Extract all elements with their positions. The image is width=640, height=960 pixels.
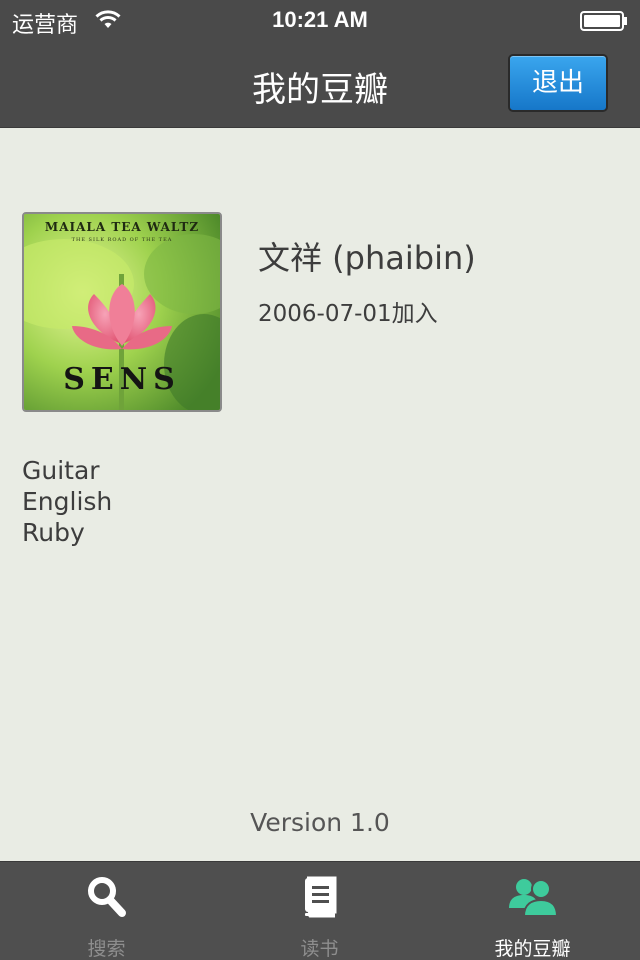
user-name: 文祥 (phaibin) [258,239,476,277]
tab-books[interactable]: 读书 [213,862,426,960]
tag-item: Guitar [22,456,100,485]
navigation-bar: 我的豆瓣 退出 [0,40,640,128]
people-icon [508,879,558,917]
tags-list: Guitar English Ruby [22,455,112,548]
book-icon [304,876,336,918]
search-icon [87,877,126,917]
tag-item: Ruby [22,518,85,547]
battery-icon [580,11,627,31]
album-name: SENS [63,362,181,397]
tab-search-label: 搜索 [87,938,126,960]
tag-item: English [22,487,113,516]
tab-my-douban[interactable]: 我的豆瓣 [426,862,639,960]
tab-my-douban-label: 我的豆瓣 [494,938,571,960]
avatar: MAIALA TEA WALTZ THE SILK ROAD OF THE TE… [22,212,222,412]
join-date: 2006-07-01加入 [258,301,438,327]
tab-books-label: 读书 [300,938,339,960]
album-subtitle: THE SILK ROAD OF THE TEA [71,237,173,243]
album-title: MAIALA TEA WALTZ [44,220,200,234]
tab-search[interactable]: 搜索 [0,862,213,960]
status-bar: 运营商 10:21 AM [0,0,640,40]
version-label: Version 1.0 [250,808,390,837]
tab-bar: 搜索 读书 我的豆瓣 [0,861,640,960]
logout-button[interactable]: 退出 [508,54,608,112]
clock: 10:21 AM [272,7,368,32]
